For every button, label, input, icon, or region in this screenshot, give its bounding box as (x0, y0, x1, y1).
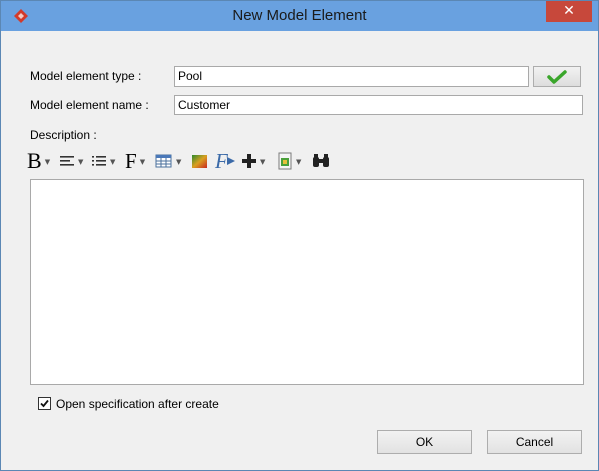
cancel-button[interactable]: Cancel (487, 430, 582, 454)
name-label: Model element name : (30, 98, 149, 112)
insert-tool[interactable]: ▼ (241, 149, 265, 173)
align-tool[interactable]: ▼ (59, 149, 83, 173)
paste-tool[interactable]: ▼ (277, 149, 301, 173)
type-label: Model element type : (30, 69, 142, 83)
list-tool[interactable]: ▼ (91, 149, 115, 173)
font-tool[interactable]: F ▼ (125, 149, 145, 173)
chevron-down-icon: ▼ (139, 158, 146, 166)
checkmark-icon (40, 399, 49, 408)
accept-type-button[interactable] (533, 66, 581, 87)
find-tool[interactable] (311, 149, 331, 173)
new-model-element-dialog: New Model Element ✕ Model element type :… (0, 0, 599, 471)
find-icon (313, 154, 329, 167)
bold-icon: B (27, 148, 42, 173)
insert-icon (242, 154, 256, 168)
title-bar[interactable]: New Model Element ✕ (1, 1, 598, 31)
paste-icon (278, 152, 292, 170)
color-tool[interactable] (191, 149, 209, 173)
type-field[interactable]: Pool (174, 66, 529, 87)
table-icon (155, 154, 172, 168)
chevron-down-icon: ▼ (260, 158, 266, 166)
color-icon (192, 155, 207, 168)
chevron-down-icon: ▼ (44, 158, 51, 166)
description-editor[interactable] (30, 179, 584, 385)
bold-tool[interactable]: B ▼ (27, 149, 50, 173)
rich-text-toolbar: B ▼ ▼ ▼ F ▼ ▼ F ▼ ▼ (27, 149, 587, 173)
description-label: Description : (30, 128, 97, 142)
table-tool[interactable]: ▼ (155, 149, 181, 173)
font-icon: F (125, 149, 137, 173)
chevron-down-icon: ▼ (176, 158, 182, 166)
close-button[interactable]: ✕ (546, 1, 592, 22)
open-spec-checkbox[interactable] (38, 397, 51, 410)
format-tool[interactable]: F (215, 149, 236, 173)
open-spec-label[interactable]: Open specification after create (56, 397, 219, 411)
chevron-down-icon: ▼ (296, 158, 302, 166)
name-field[interactable]: Customer (174, 95, 583, 115)
list-icon (92, 156, 106, 166)
check-icon (547, 69, 567, 84)
window-title: New Model Element (232, 7, 367, 24)
chevron-down-icon: ▼ (78, 158, 84, 166)
chevron-down-icon: ▼ (110, 158, 116, 166)
ok-button[interactable]: OK (377, 430, 472, 454)
align-icon (60, 156, 74, 166)
arrow-icon (226, 157, 235, 165)
